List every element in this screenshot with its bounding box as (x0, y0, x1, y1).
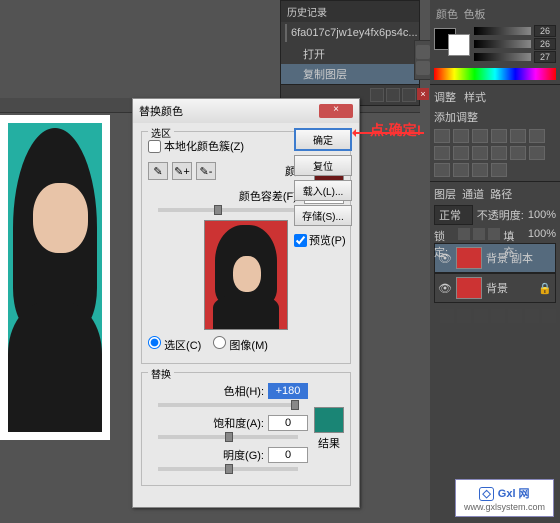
history-filename: 6fa017c7jw1ey4fx6ps4c... (291, 27, 418, 39)
tab-layers[interactable]: 图层 (434, 189, 456, 201)
adjust-layer-icon[interactable] (491, 309, 505, 323)
history-tab[interactable]: 历史记录 (281, 1, 419, 22)
layer-name: 背景 副本 (486, 250, 533, 266)
tab-style[interactable]: 样式 (464, 92, 486, 104)
adjust-title: 添加调整 (434, 109, 556, 125)
lock-all-icon[interactable] (488, 228, 500, 240)
fx-icon[interactable] (457, 309, 471, 323)
history-panel: 历史记录 6fa017c7jw1ey4fx6ps4c... 打开 复制图层 (280, 0, 420, 106)
dialog-title: 替换颜色 (139, 103, 183, 119)
layer-row[interactable]: 👁 背景 🔒 (434, 273, 556, 303)
preview-thumbnail[interactable] (204, 220, 288, 330)
load-button[interactable]: 载入(L)... (294, 180, 352, 201)
history-thumb (285, 24, 287, 42)
para-icon[interactable] (416, 61, 430, 75)
radio-image[interactable]: 图像(M) (213, 336, 268, 353)
eyedropper-sub-icon[interactable]: ✎- (196, 162, 216, 180)
color-panel: 颜色 色板 26 26 27 (430, 0, 560, 85)
saturation-slider[interactable] (158, 435, 298, 439)
history-step-selected[interactable]: 复制图层 (281, 64, 419, 84)
new-icon[interactable] (386, 88, 400, 102)
tab-swatch[interactable]: 色板 (464, 9, 486, 21)
adjustments-panel: 调整样式 添加调整 (430, 85, 560, 182)
mask-icon[interactable] (474, 309, 488, 323)
panel-close-icon[interactable]: × (417, 88, 429, 100)
adjust-icons-row2 (434, 146, 556, 160)
close-icon[interactable]: × (319, 104, 353, 118)
history-step[interactable]: 打开 (281, 44, 419, 64)
visibility-icon[interactable]: 👁 (438, 282, 452, 295)
camera-icon[interactable] (370, 88, 384, 102)
replace-fieldset: 替换 色相(H):+180 饱和度(A):0 明度(G):0 结果 (141, 372, 351, 486)
layer-row[interactable]: 👁 背景 副本 (434, 243, 556, 273)
layer-panel-buttons (434, 309, 556, 323)
link-icon[interactable] (440, 309, 454, 323)
callout-text: 点:确定! (370, 120, 421, 140)
color-swatches[interactable] (434, 28, 470, 60)
tab-color[interactable]: 颜色 (436, 9, 458, 21)
layer-thumb (456, 277, 482, 299)
right-column: 颜色 色板 26 26 27 调整样式 添加调整 图层 通道 路径 正常 不透明… (430, 0, 560, 523)
eyedropper-icon[interactable]: ✎ (148, 162, 168, 180)
hue-spectrum[interactable] (434, 68, 556, 80)
dialog-titlebar[interactable]: 替换颜色 × (133, 99, 359, 123)
blend-mode-select[interactable]: 正常 (434, 205, 473, 225)
opacity-value[interactable]: 100% (528, 209, 556, 221)
fill-value[interactable]: 100% (528, 228, 556, 240)
visibility-icon[interactable]: 👁 (438, 252, 452, 265)
trash-icon[interactable] (402, 88, 416, 102)
lock-position-icon[interactable] (473, 228, 485, 240)
eyedropper-add-icon[interactable]: ✎+ (172, 162, 192, 180)
lightness-input[interactable]: 0 (268, 447, 308, 463)
photo-teal-bg (8, 123, 102, 432)
result-swatch[interactable] (314, 407, 344, 433)
adjust-icons-row3 (434, 163, 556, 177)
history-file-row[interactable]: 6fa017c7jw1ey4fx6ps4c... (281, 22, 419, 44)
save-button[interactable]: 存储(S)... (294, 205, 352, 226)
adjust-icons-row1 (434, 129, 556, 143)
layer-name: 背景 (486, 280, 508, 296)
tab-adjust[interactable]: 调整 (434, 92, 456, 104)
hue-slider[interactable] (158, 403, 298, 407)
b-slider[interactable] (474, 53, 531, 61)
preview-checkbox[interactable]: 预览(P) (294, 232, 352, 248)
group-icon[interactable] (508, 309, 522, 323)
char-icon[interactable] (416, 45, 430, 59)
radio-selection[interactable]: 选区(C) (148, 336, 201, 353)
lock-pixels-icon[interactable] (458, 228, 470, 240)
canvas-image[interactable] (0, 115, 110, 440)
hue-input[interactable]: +180 (268, 383, 308, 399)
saturation-input[interactable]: 0 (268, 415, 308, 431)
r-slider[interactable] (474, 27, 531, 35)
lock-icon: 🔒 (538, 282, 552, 295)
ok-button[interactable]: 确定 (294, 128, 352, 151)
watermark: ◇ Gxl 网 www.gxlsystem.com (455, 479, 554, 517)
new-layer-icon[interactable] (525, 309, 539, 323)
layer-thumb (456, 247, 482, 269)
g-slider[interactable] (474, 40, 531, 48)
dialog-buttons: 确定 复位 载入(L)... 存储(S)... 预览(P) (294, 128, 352, 248)
trash-icon[interactable] (542, 309, 556, 323)
reset-button[interactable]: 复位 (294, 155, 352, 176)
lightness-slider[interactable] (158, 467, 298, 471)
layers-panel: 图层 通道 路径 正常 不透明度: 100% 锁定: 填充: 100% 👁 背景… (430, 182, 560, 327)
